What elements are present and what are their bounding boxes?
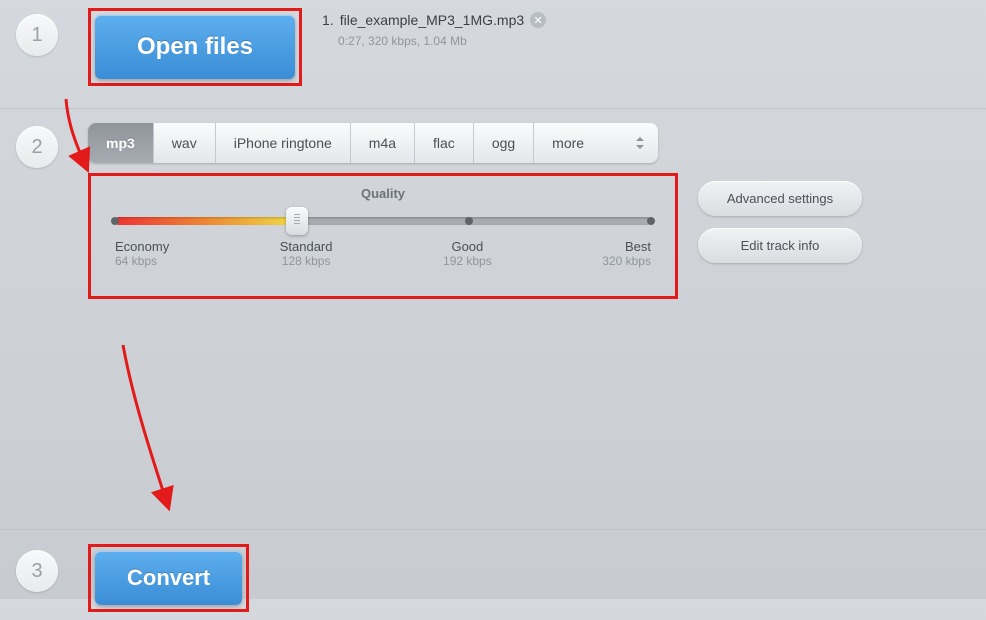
step-number-1: 1 (16, 14, 58, 56)
quality-slider[interactable] (115, 217, 651, 225)
step-number-3: 3 (16, 550, 58, 592)
format-tabs: mp3 wav iPhone ringtone m4a flac ogg mor… (88, 123, 658, 163)
quality-tick-economy (111, 217, 119, 225)
step-3-row: 3 Convert (0, 530, 986, 620)
format-tab-iphone-ringtone[interactable]: iPhone ringtone (216, 123, 351, 163)
quality-slider-handle[interactable] (286, 207, 308, 235)
step-number-2: 2 (16, 126, 58, 168)
quality-best-label: Best (602, 239, 651, 254)
quality-tick-best (647, 217, 655, 225)
file-list-item: 1. file_example_MP3_1MG.mp3 ✕ 0:27, 320 … (322, 8, 546, 48)
quality-economy-kbps: 64 kbps (115, 254, 169, 268)
format-tab-more[interactable]: more (534, 123, 658, 163)
quality-good-label: Good (443, 239, 492, 254)
step-2-row: 2 mp3 wav iPhone ringtone m4a flac ogg m… (0, 109, 986, 339)
file-index: 1. (322, 12, 334, 28)
annotation-arrow-step3 (108, 340, 188, 515)
format-tab-wav[interactable]: wav (154, 123, 216, 163)
convert-button[interactable]: Convert (95, 551, 242, 605)
expand-icon (636, 137, 644, 149)
format-tab-mp3[interactable]: mp3 (88, 123, 154, 163)
quality-best-kbps: 320 kbps (602, 254, 651, 268)
format-tab-ogg[interactable]: ogg (474, 123, 534, 163)
open-files-highlight: Open files (88, 8, 302, 86)
advanced-settings-button[interactable]: Advanced settings (698, 181, 862, 216)
edit-track-info-button[interactable]: Edit track info (698, 228, 862, 263)
remove-file-icon[interactable]: ✕ (530, 12, 546, 28)
file-meta-label: 0:27, 320 kbps, 1.04 Mb (338, 34, 546, 48)
quality-tick-good (465, 217, 473, 225)
file-name-label: file_example_MP3_1MG.mp3 (340, 12, 524, 28)
quality-standard-kbps: 128 kbps (280, 254, 333, 268)
quality-economy-label: Economy (115, 239, 169, 254)
step-1-row: 1 Open files 1. file_example_MP3_1MG.mp3… (0, 0, 986, 108)
quality-title: Quality (115, 186, 651, 201)
convert-highlight: Convert (88, 544, 249, 612)
quality-slider-fill (115, 217, 297, 225)
format-tab-m4a[interactable]: m4a (351, 123, 415, 163)
quality-panel-highlight: Quality Economy 64 kbps Standard 128 kbp… (88, 173, 678, 299)
format-tab-flac[interactable]: flac (415, 123, 474, 163)
quality-standard-label: Standard (280, 239, 333, 254)
format-more-label: more (552, 135, 584, 151)
side-buttons: Advanced settings Edit track info (698, 181, 862, 263)
open-files-button[interactable]: Open files (95, 15, 295, 79)
quality-good-kbps: 192 kbps (443, 254, 492, 268)
